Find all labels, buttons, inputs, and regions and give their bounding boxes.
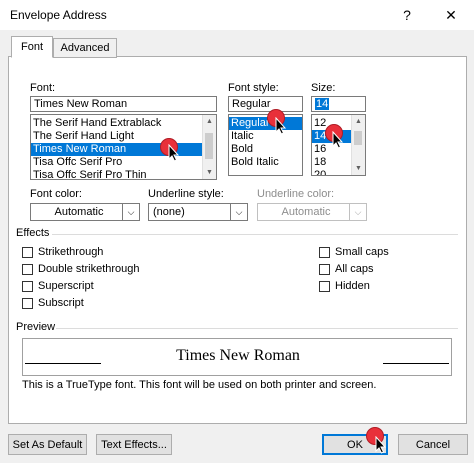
tab-font[interactable]: Font xyxy=(11,36,53,58)
checkbox-box[interactable] xyxy=(319,246,330,258)
preview-divider xyxy=(56,328,458,329)
font-style-list[interactable]: Regular Italic Bold Bold Italic xyxy=(228,114,303,176)
size-input[interactable]: 14 xyxy=(311,96,366,112)
effects-divider xyxy=(52,234,458,235)
checkbox-label: Strikethrough xyxy=(38,246,104,258)
scroll-down-icon[interactable]: ▼ xyxy=(352,162,365,175)
underline-color-label: Underline color: xyxy=(257,188,335,200)
small-caps-checkbox[interactable]: Small caps xyxy=(319,246,389,258)
hidden-checkbox[interactable]: Hidden xyxy=(319,280,370,292)
font-list-item[interactable]: The Serif Hand Light xyxy=(31,130,216,143)
font-style-input[interactable]: Regular xyxy=(228,96,303,112)
font-style-input-value: Regular xyxy=(232,98,271,110)
superscript-checkbox[interactable]: Superscript xyxy=(22,280,94,292)
font-list[interactable]: The Serif Hand Extrablack The Serif Hand… xyxy=(30,114,217,180)
double-strikethrough-checkbox[interactable]: Double strikethrough xyxy=(22,263,140,275)
strikethrough-checkbox[interactable]: Strikethrough xyxy=(22,246,103,258)
scroll-up-icon[interactable]: ▲ xyxy=(352,115,365,128)
font-style-label: Font style: xyxy=(228,82,279,94)
checkbox-label: Hidden xyxy=(335,280,370,292)
checkbox-label: All caps xyxy=(335,263,374,275)
chevron-down-icon: ⌵ xyxy=(122,204,139,220)
checkbox-box[interactable] xyxy=(22,280,33,292)
preview-baseline-right xyxy=(383,363,449,364)
checkbox-box[interactable] xyxy=(22,297,33,309)
font-style-item[interactable]: Bold xyxy=(229,143,302,156)
checkbox-label: Small caps xyxy=(335,246,389,258)
scroll-up-icon[interactable]: ▲ xyxy=(203,115,216,128)
mouse-pointer-icon xyxy=(275,117,287,135)
font-list-item[interactable]: The Serif Hand Extrablack xyxy=(31,117,216,130)
checkbox-box[interactable] xyxy=(319,280,330,292)
scroll-thumb[interactable] xyxy=(354,131,362,145)
underline-color-dropdown: Automatic ⌵ xyxy=(257,203,367,221)
preview-note: This is a TrueType font. This font will … xyxy=(22,379,377,391)
font-style-item[interactable]: Italic xyxy=(229,130,302,143)
underline-style-label: Underline style: xyxy=(148,188,224,200)
text-effects-button[interactable]: Text Effects... xyxy=(96,434,172,455)
scroll-thumb[interactable] xyxy=(205,133,213,159)
font-list-item[interactable]: Tisa Offc Serif Pro Thin xyxy=(31,169,216,179)
chevron-down-icon: ⌵ xyxy=(230,204,247,220)
mouse-pointer-icon xyxy=(168,144,180,162)
preview-label: Preview xyxy=(16,321,56,333)
underline-style-dropdown[interactable]: (none) ⌵ xyxy=(148,203,248,221)
font-input[interactable]: Times New Roman xyxy=(30,96,217,112)
font-color-dropdown[interactable]: Automatic ⌵ xyxy=(30,203,140,221)
font-style-item[interactable]: Bold Italic xyxy=(229,156,302,169)
help-icon: ? xyxy=(403,7,411,23)
size-input-value: 14 xyxy=(315,98,330,110)
font-list-item[interactable]: Tisa Offc Serif Pro xyxy=(31,156,216,169)
font-color-label: Font color: xyxy=(30,188,82,200)
font-list-scrollbar[interactable]: ▲ ▼ xyxy=(202,115,216,179)
font-input-value: Times New Roman xyxy=(34,98,128,110)
scroll-down-icon[interactable]: ▼ xyxy=(203,166,216,179)
window-title: Envelope Address xyxy=(10,8,107,22)
set-as-default-button[interactable]: Set As Default xyxy=(8,434,87,455)
cancel-button[interactable]: Cancel xyxy=(398,434,468,455)
help-button[interactable]: ? xyxy=(384,0,430,30)
mouse-pointer-icon xyxy=(332,131,344,149)
font-style-item-selected[interactable]: Regular xyxy=(229,117,302,130)
checkbox-label: Subscript xyxy=(38,297,84,309)
checkbox-box[interactable] xyxy=(22,263,33,275)
checkbox-label: Superscript xyxy=(38,280,94,292)
effects-label: Effects xyxy=(16,227,50,239)
tab-advanced[interactable]: Advanced xyxy=(53,38,117,58)
size-list-scrollbar[interactable]: ▲ ▼ xyxy=(351,115,365,175)
close-button[interactable]: ✕ xyxy=(428,0,474,30)
all-caps-checkbox[interactable]: All caps xyxy=(319,263,374,275)
chevron-down-icon: ⌵ xyxy=(349,204,366,220)
checkbox-box[interactable] xyxy=(22,246,33,258)
size-label: Size: xyxy=(311,82,336,94)
checkbox-box[interactable] xyxy=(319,263,330,275)
close-icon: ✕ xyxy=(445,6,457,23)
subscript-checkbox[interactable]: Subscript xyxy=(22,297,84,309)
checkbox-label: Double strikethrough xyxy=(38,263,140,275)
mouse-pointer-icon xyxy=(375,436,387,454)
preview-box: Times New Roman xyxy=(22,338,452,376)
font-label: Font: xyxy=(30,82,56,94)
